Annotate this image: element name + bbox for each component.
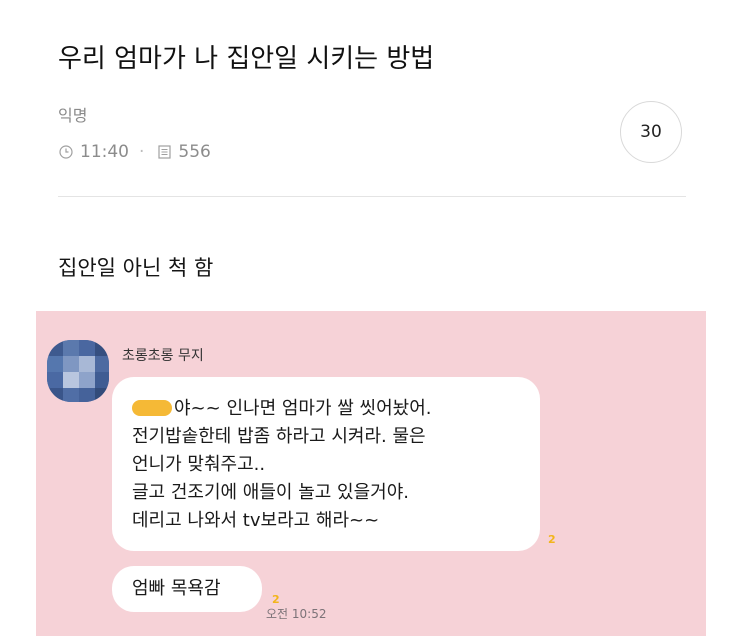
document-icon <box>156 144 172 160</box>
comment-count-button[interactable]: 30 <box>620 101 682 163</box>
post-meta: 11:40 · 556 <box>58 142 211 162</box>
message-line: 글고 건조기에 애들이 놀고 있을거야. <box>132 482 410 503</box>
message-time: 오전 10:52 <box>266 607 327 621</box>
avatar <box>47 340 109 402</box>
message-text: 엄빠 목욕감 <box>132 578 221 599</box>
message-bubble: 야~~ 인나면 엄마가 쌀 씻어놨어. 전기밥솥한테 밥좀 하라고 시켜라. 물… <box>112 377 540 551</box>
post-author: 익명 <box>58 106 88 125</box>
message-bubble: 엄빠 목욕감 <box>112 566 262 612</box>
message-line: 전기밥솥한테 밥좀 하라고 시켜라. 물은 <box>132 426 426 447</box>
post-title: 우리 엄마가 나 집안일 시키는 방법 <box>58 44 435 74</box>
post-time: 11:40 <box>80 142 129 162</box>
clock-icon <box>58 144 74 160</box>
message-line: 야~~ 인나면 엄마가 쌀 씻어놨어. <box>132 395 522 423</box>
message-line: 언니가 맞춰주고.. <box>132 454 266 475</box>
redacted-name <box>132 400 172 416</box>
divider <box>58 196 686 197</box>
meta-separator: · <box>139 142 145 162</box>
post-body: 집안일 아닌 척 함 <box>58 256 214 280</box>
message-line: 데리고 나와서 tv보라고 해라~~ <box>132 510 380 531</box>
sender-name: 초롱초롱 무지 <box>122 348 204 364</box>
chat-screenshot: 초롱초롱 무지 야~~ 인나면 엄마가 쌀 씻어놨어. 전기밥솥한테 밥좀 하라… <box>36 311 706 636</box>
post-views: 556 <box>178 142 211 162</box>
unread-count: 2 <box>548 533 556 546</box>
comment-count: 30 <box>640 122 662 142</box>
